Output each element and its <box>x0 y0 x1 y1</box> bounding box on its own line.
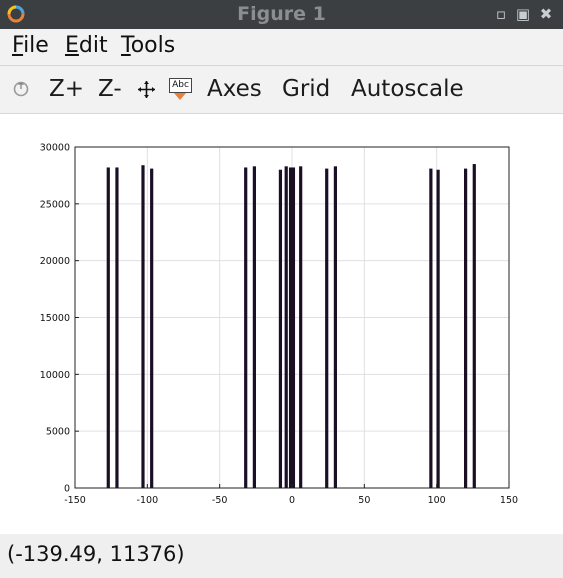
zoom-in-button[interactable]: Z+ <box>49 76 84 102</box>
zoom-out-button[interactable]: Z- <box>98 76 122 102</box>
bar <box>333 166 337 488</box>
axes-button[interactable]: Axes <box>207 76 262 102</box>
x-tick-label: 0 <box>289 495 295 506</box>
menu-edit[interactable]: Edit <box>65 33 108 58</box>
menu-tools-label: ools <box>130 33 176 58</box>
window-title: Figure 1 <box>237 3 326 25</box>
triangle-down-icon <box>174 93 186 100</box>
bar <box>291 167 296 488</box>
minimize-button[interactable]: ▫ <box>492 5 510 23</box>
bar <box>472 164 476 489</box>
bars <box>106 164 476 489</box>
bar <box>436 169 440 488</box>
menu-file-accel: F <box>12 33 24 58</box>
bar <box>299 166 303 488</box>
y-tick-label: 20000 <box>40 256 70 267</box>
text-annotation-label: Abc <box>169 78 192 93</box>
x-tick-label: -150 <box>64 495 86 506</box>
y-tick-label: 0 <box>64 484 70 495</box>
menu-file[interactable]: File <box>12 33 49 58</box>
menu-edit-accel: E <box>65 33 79 58</box>
bar <box>252 166 256 488</box>
bar <box>278 169 283 488</box>
maximize-icon: ▣ <box>515 5 531 23</box>
y-tick-label: 15000 <box>40 313 70 324</box>
bar <box>244 167 248 488</box>
x-tick-label: -50 <box>212 495 228 506</box>
bar <box>288 167 293 488</box>
title-bar: Figure 1 ▫ ▣ ✖ <box>0 0 563 29</box>
menu-tools[interactable]: Tools <box>121 33 175 58</box>
x-tick-label: 50 <box>358 495 370 506</box>
bar <box>464 168 468 488</box>
bar <box>284 166 288 488</box>
autoscale-button[interactable]: Autoscale <box>351 76 464 102</box>
y-tick-label: 25000 <box>40 199 70 210</box>
x-tick-label: -100 <box>137 495 159 506</box>
menu-file-label: ile <box>23 33 49 58</box>
menu-tools-accel: T <box>121 33 131 58</box>
x-tick-label: 150 <box>500 495 518 506</box>
y-tick-label: 5000 <box>46 427 70 438</box>
close-icon: ✖ <box>539 5 553 23</box>
bar <box>106 167 110 488</box>
bar-chart[interactable]: -150 -100 -50 0 50 100 150 0 5000 10000 15000 20000… <box>0 114 563 534</box>
y-tick-label: 10000 <box>40 370 70 381</box>
bar <box>150 168 154 488</box>
minimize-icon: ▫ <box>495 5 507 23</box>
rotate-icon[interactable] <box>12 80 30 98</box>
cursor-coordinates: (-139.49, 11376) <box>7 542 185 566</box>
menu-edit-label: dit <box>78 33 108 58</box>
move-arrows-icon[interactable] <box>137 80 156 99</box>
y-tick-label: 30000 <box>40 143 70 154</box>
toolbar: Z+ Z- Abc Axes Grid Autoscale <box>0 66 563 114</box>
grid-button[interactable]: Grid <box>282 76 330 102</box>
status-bar: (-139.49, 11376) <box>0 534 563 578</box>
bar <box>141 165 145 488</box>
bar <box>325 168 329 488</box>
bar <box>429 168 433 488</box>
menu-bar: File Edit Tools <box>0 29 563 66</box>
close-button[interactable]: ✖ <box>537 5 555 23</box>
maximize-button[interactable]: ▣ <box>514 5 532 23</box>
plot-canvas[interactable]: -150 -100 -50 0 50 100 150 0 5000 10000 15000 20000… <box>0 114 563 534</box>
bar <box>115 167 119 488</box>
text-annotation-button[interactable]: Abc <box>169 78 192 102</box>
x-tick-label: 100 <box>428 495 446 506</box>
